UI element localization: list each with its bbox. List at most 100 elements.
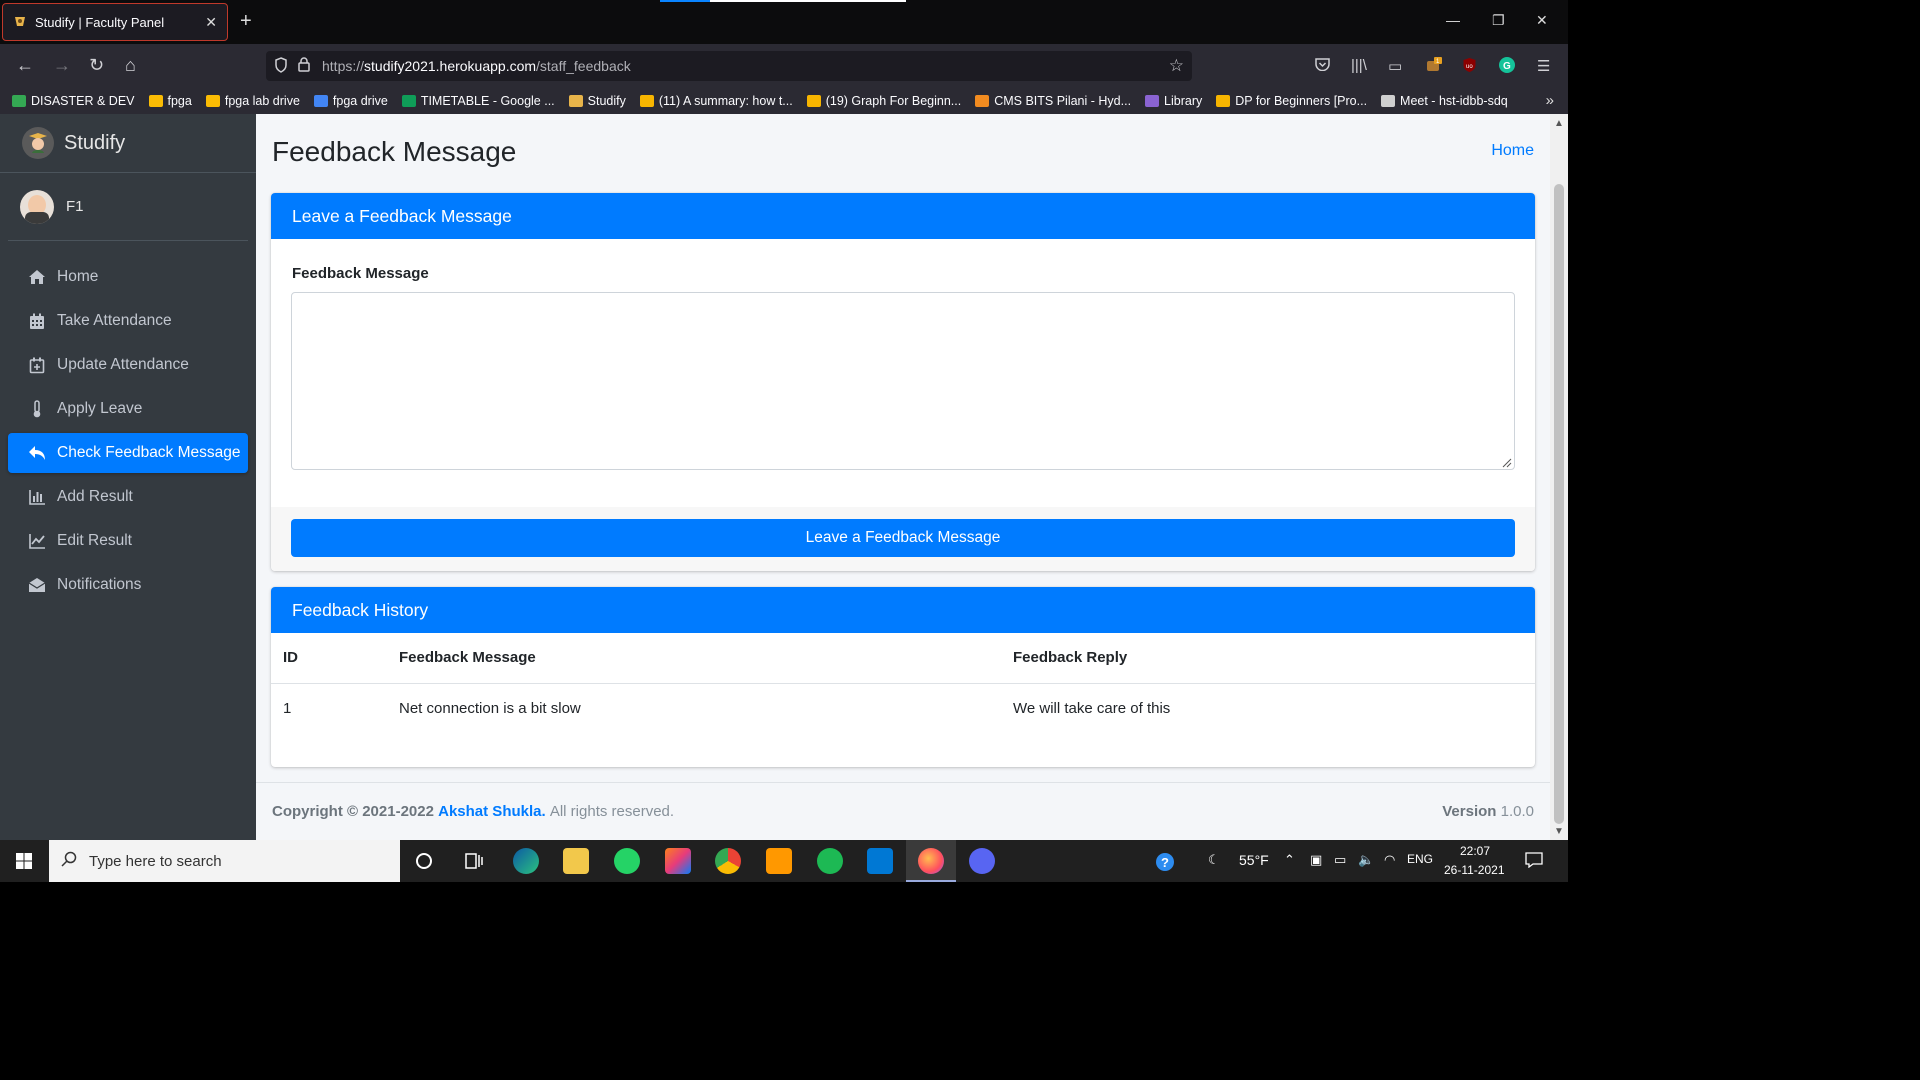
grammarly-icon[interactable]: G — [1499, 57, 1515, 77]
brand-logo-icon — [22, 127, 54, 159]
sidebar-item-label: Take Attendance — [57, 312, 172, 329]
main-content: Feedback Message Home Leave a Feedback M… — [256, 114, 1550, 840]
cortana-icon[interactable] — [411, 848, 437, 874]
sidebar-item-update-attendance[interactable]: Update Attendance — [8, 345, 248, 385]
extension-notification-icon[interactable]: 1 — [1426, 57, 1442, 77]
copyright-text: Copyright © 2021-2022 — [272, 803, 434, 820]
feedback-form-card-footer: Leave a Feedback Message — [271, 507, 1535, 571]
firefox-icon[interactable] — [918, 848, 944, 874]
forward-icon[interactable]: → — [53, 56, 71, 74]
weather-temp[interactable]: 55°F — [1239, 852, 1269, 868]
bookmark-label: fpga — [167, 94, 192, 108]
sublime-text-icon[interactable] — [766, 848, 792, 874]
bookmark-item[interactable]: Library — [1145, 94, 1202, 108]
sidebar-item-check-feedback-message[interactable]: Check Feedback Message — [8, 433, 248, 473]
intellij-icon[interactable] — [665, 848, 691, 874]
shield-icon[interactable] — [274, 56, 288, 76]
bookmarks-overflow-icon[interactable]: » — [1546, 92, 1554, 109]
browser-toolbar: ← → ↻ ⌂ https://studify2021.herokuapp.co… — [0, 44, 1568, 88]
bookmark-item[interactable]: fpga drive — [313, 94, 388, 108]
address-bar[interactable]: https://studify2021.herokuapp.com/staff_… — [266, 51, 1192, 81]
clock-time[interactable]: 22:07 — [1460, 844, 1490, 858]
feedback-history-card-header: Feedback History — [271, 587, 1535, 633]
task-view-icon[interactable] — [461, 848, 487, 874]
battery-icon[interactable]: ▭ — [1334, 852, 1346, 868]
bookmark-item[interactable]: Meet - hst-idbb-sdq — [1381, 94, 1508, 108]
scroll-thumb[interactable] — [1554, 184, 1564, 824]
home-icon[interactable]: ⌂ — [125, 56, 136, 74]
discord-icon[interactable] — [969, 848, 995, 874]
meet-now-icon[interactable]: ▣ — [1310, 852, 1322, 868]
bookmark-star-icon[interactable]: ☆ — [1169, 56, 1184, 76]
page-scrollbar[interactable]: ▲ ▼ — [1550, 114, 1568, 840]
bookmark-item[interactable]: fpga — [148, 94, 192, 108]
window-close-icon[interactable]: ✕ — [1536, 12, 1548, 29]
tab-close-icon[interactable]: ✕ — [205, 14, 217, 31]
sidebar-item-label: Edit Result — [57, 532, 132, 549]
sidebar-item-add-result[interactable]: Add Result — [8, 477, 248, 517]
bookmark-item[interactable]: DISASTER & DEV — [12, 94, 135, 108]
taskbar-search-input[interactable]: Type here to search — [49, 840, 400, 882]
whatsapp-icon[interactable] — [614, 848, 640, 874]
bookmark-item[interactable]: (11) A summary: how t... — [639, 94, 793, 108]
scroll-up-icon[interactable]: ▲ — [1554, 118, 1564, 129]
bookmark-item[interactable]: CMS BITS Pilani - Hyd... — [975, 94, 1131, 108]
edge-icon[interactable] — [513, 848, 539, 874]
weather-moon-icon[interactable]: ☾ — [1208, 852, 1220, 868]
sidebar-item-take-attendance[interactable]: Take Attendance — [8, 301, 248, 341]
user-panel[interactable]: F1 — [8, 173, 248, 241]
language-indicator[interactable]: ENG — [1407, 852, 1433, 866]
page-title: Feedback Message — [272, 136, 517, 167]
ublock-icon[interactable]: uo — [1462, 57, 1477, 77]
back-icon[interactable]: ← — [16, 56, 34, 74]
wifi-icon[interactable]: ◠ — [1384, 852, 1395, 868]
author-link[interactable]: Akshat Shukla. — [438, 803, 546, 820]
sidebar-item-home[interactable]: Home — [8, 257, 248, 297]
rights-text: All rights reserved. — [549, 803, 675, 820]
brand[interactable]: Studify — [0, 114, 256, 173]
browser-tab[interactable]: Studify | Faculty Panel ✕ — [2, 3, 228, 41]
bookmark-item[interactable]: Studify — [568, 94, 626, 108]
sidebar-item-label: Notifications — [57, 576, 142, 593]
cell-id: 1 — [283, 700, 292, 718]
chrome-icon[interactable] — [715, 848, 741, 874]
reload-icon[interactable]: ↻ — [89, 56, 104, 74]
lock-icon[interactable] — [298, 57, 310, 75]
sidebar-toggle-icon[interactable]: ▭ — [1388, 57, 1402, 75]
sidebar-item-apply-leave[interactable]: Apply Leave — [8, 389, 248, 429]
bookmark-item[interactable]: fpga lab drive — [205, 94, 300, 108]
clock-date[interactable]: 26-11-2021 — [1444, 863, 1505, 877]
spotify-icon[interactable] — [817, 848, 843, 874]
feedback-message-textarea[interactable] — [291, 292, 1515, 470]
bookmark-label: fpga lab drive — [224, 94, 300, 108]
minimize-icon[interactable]: — — [1446, 12, 1460, 28]
sidebar-item-edit-result[interactable]: Edit Result — [8, 521, 248, 561]
vscode-icon[interactable] — [867, 848, 893, 874]
sidebar-item-label: Update Attendance — [57, 356, 189, 373]
tray-overflow-icon[interactable]: ⌃ — [1284, 852, 1295, 868]
bookmark-item[interactable]: (19) Graph For Beginn... — [806, 94, 962, 108]
bookmark-item[interactable]: TIMETABLE - Google ... — [401, 94, 555, 108]
sidebar-item-notifications[interactable]: Notifications — [8, 565, 248, 605]
leave-feedback-button[interactable]: Leave a Feedback Message — [291, 519, 1515, 557]
svg-text:G: G — [1503, 61, 1511, 72]
restore-icon[interactable]: ❐ — [1492, 12, 1505, 29]
resize-handle-icon[interactable] — [1500, 455, 1512, 468]
bookmark-item[interactable]: DP for Beginners [Pro... — [1216, 94, 1367, 108]
menu-icon[interactable]: ☰ — [1537, 57, 1550, 75]
help-icon[interactable]: ? — [1155, 852, 1177, 875]
bookmark-label: (19) Graph For Beginn... — [825, 94, 962, 108]
bookmark-label: Library — [1164, 94, 1203, 108]
windows-start-icon[interactable] — [16, 853, 32, 869]
new-tab-icon[interactable]: + — [240, 10, 252, 33]
line-chart-icon — [28, 533, 46, 549]
feedback-form-card-header: Leave a Feedback Message — [271, 193, 1535, 239]
scroll-down-icon[interactable]: ▼ — [1554, 826, 1564, 837]
file-explorer-icon[interactable] — [563, 848, 589, 874]
bookmark-label: DP for Beginners [Pro... — [1235, 94, 1368, 108]
notification-center-icon[interactable] — [1525, 852, 1543, 871]
breadcrumb-home-link[interactable]: Home — [1491, 142, 1534, 160]
volume-icon[interactable]: 🔈 — [1358, 852, 1374, 868]
pocket-icon[interactable] — [1315, 57, 1330, 75]
library-icon[interactable]: |||\ — [1351, 57, 1367, 74]
